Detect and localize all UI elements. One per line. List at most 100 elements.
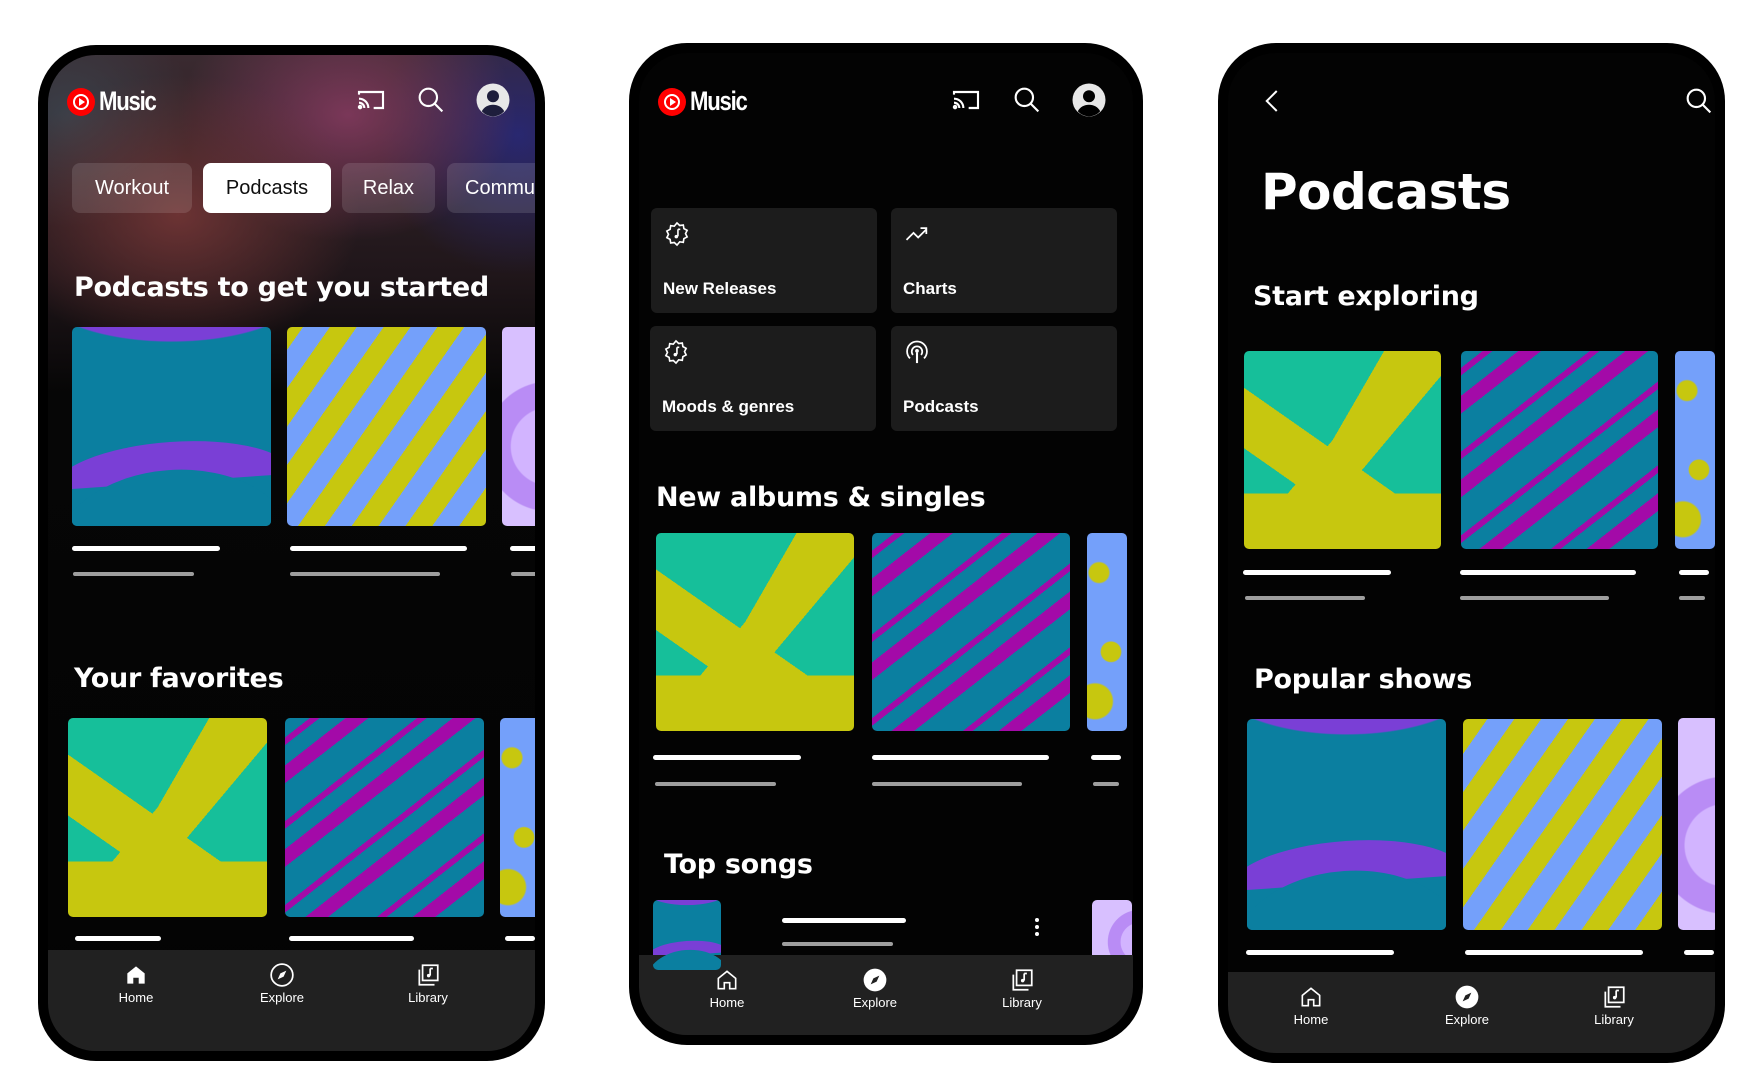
nav-explore[interactable]: Explore (1417, 972, 1517, 1042)
item-subtitle-placeholder (1679, 596, 1705, 600)
play-logo-icon (67, 87, 95, 116)
more-options-icon[interactable] (1035, 918, 1039, 939)
explore-tile-moods-genres[interactable]: Moods & genres (650, 326, 876, 431)
item-title-placeholder (1091, 755, 1121, 760)
item-title-placeholder (72, 546, 220, 551)
account-avatar[interactable] (475, 82, 511, 118)
item-subtitle-placeholder (1245, 596, 1365, 600)
play-logo-icon (658, 87, 686, 116)
nav-explore[interactable]: Explore (825, 955, 925, 1025)
tile-label: Moods & genres (662, 397, 795, 416)
nav-label: Explore (852, 995, 898, 1010)
album-thumbnail[interactable] (656, 533, 854, 731)
section-title: Top songs (664, 849, 813, 880)
song-thumbnail[interactable] (653, 900, 721, 970)
nav-label: Home (709, 995, 745, 1010)
cast-icon[interactable] (950, 84, 982, 116)
explore-tile-charts[interactable]: Charts (891, 208, 1117, 313)
item-subtitle-placeholder (511, 572, 535, 576)
show-thumbnail[interactable] (1678, 718, 1715, 930)
search-icon[interactable] (415, 84, 447, 116)
show-thumbnail[interactable] (1247, 719, 1446, 930)
phone-home: Music Workout Podcasts Relax Commu Podca… (38, 45, 545, 1061)
compass-filled-icon (863, 968, 887, 992)
item-subtitle-placeholder (655, 782, 776, 786)
item-subtitle-placeholder (1093, 782, 1119, 786)
home-screen: Music Workout Podcasts Relax Commu Podca… (48, 55, 535, 1051)
back-icon[interactable] (1258, 86, 1288, 116)
section-title: Start exploring (1253, 281, 1479, 312)
tile-label: Podcasts (903, 397, 979, 416)
album-thumbnail[interactable] (872, 533, 1070, 731)
library-icon (1604, 986, 1625, 1008)
item-title-placeholder (872, 755, 1049, 760)
nav-label: Explore (1444, 1012, 1490, 1027)
account-avatar[interactable] (1071, 82, 1107, 118)
nav-label: Library (408, 990, 448, 1005)
podcasts-screen: Podcasts Start exploring Popular shows H… (1228, 53, 1715, 1053)
item-title-placeholder (289, 936, 414, 941)
nav-library[interactable]: Library (972, 955, 1072, 1025)
item-subtitle-placeholder (290, 572, 440, 576)
nav-label: Home (1293, 1012, 1329, 1027)
item-title-placeholder (1684, 950, 1714, 955)
nav-library[interactable]: Library (1564, 972, 1664, 1042)
nav-home[interactable]: Home (1261, 972, 1361, 1042)
trending-icon (905, 227, 928, 241)
moods-icon (664, 339, 688, 365)
bottom-navigation: Home Explore Library (1228, 972, 1715, 1053)
nav-label: Library (1594, 1012, 1634, 1027)
search-icon[interactable] (1683, 85, 1715, 117)
tile-label: Charts (903, 279, 957, 298)
cast-icon[interactable] (355, 84, 387, 116)
home-outline-icon (717, 970, 737, 990)
show-thumbnail[interactable] (1463, 719, 1662, 930)
chip-workout[interactable]: Workout (72, 163, 192, 213)
explore-tile-podcasts[interactable]: Podcasts (891, 326, 1117, 431)
nav-library[interactable]: Library (378, 950, 478, 1020)
podcast-thumbnail[interactable] (1461, 351, 1658, 549)
favorite-thumbnail[interactable] (285, 718, 484, 917)
library-icon (1012, 969, 1033, 991)
chip-commute[interactable]: Commu (447, 163, 535, 213)
podcast-thumbnail[interactable] (502, 327, 535, 526)
item-subtitle-placeholder (73, 572, 194, 576)
nav-home[interactable]: Home (86, 950, 186, 1020)
nav-label: Explore (259, 990, 305, 1005)
chip-podcasts[interactable]: Podcasts (203, 163, 331, 213)
home-filled-icon (127, 966, 145, 984)
item-subtitle-placeholder (1460, 596, 1609, 600)
song-title-placeholder (782, 918, 906, 923)
logo-text: Music (690, 86, 748, 116)
nav-explore[interactable]: Explore (232, 950, 332, 1020)
favorite-thumbnail[interactable] (68, 718, 267, 917)
chip-relax[interactable]: Relax (342, 163, 435, 213)
song-subtitle-placeholder (782, 942, 893, 946)
item-title-placeholder (1243, 570, 1391, 575)
item-title-placeholder (1679, 570, 1709, 575)
podcast-thumbnail[interactable] (1244, 351, 1441, 549)
section-title: New albums & singles (656, 482, 986, 513)
search-icon[interactable] (1011, 84, 1043, 116)
podcast-thumbnail[interactable] (1675, 351, 1715, 549)
tile-label: New Releases (663, 279, 777, 298)
section-title: Popular shows (1254, 664, 1473, 695)
favorite-thumbnail[interactable] (500, 718, 535, 917)
item-title-placeholder (510, 546, 535, 551)
item-title-placeholder (1246, 950, 1394, 955)
item-title-placeholder (653, 755, 801, 760)
explore-tile-new-releases[interactable]: New Releases (651, 208, 877, 313)
nav-label: Home (118, 990, 154, 1005)
home-outline-icon (1301, 987, 1321, 1007)
nav-label: Library (1002, 995, 1042, 1010)
podcast-thumbnail[interactable] (287, 327, 486, 526)
youtube-music-logo[interactable]: Music (67, 86, 168, 117)
item-title-placeholder (505, 936, 535, 941)
library-icon (418, 964, 439, 986)
page-title: Podcasts (1261, 163, 1511, 221)
logo-text: Music (99, 86, 157, 116)
podcast-thumbnail[interactable] (72, 327, 271, 526)
youtube-music-logo[interactable]: Music (658, 86, 759, 117)
section-title: Your favorites (74, 663, 284, 694)
album-thumbnail[interactable] (1087, 533, 1127, 731)
